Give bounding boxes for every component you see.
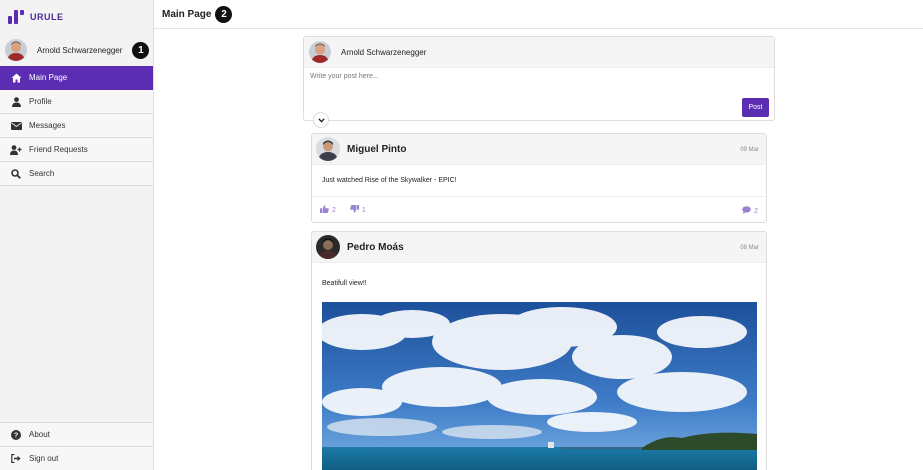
svg-text:?: ?: [14, 430, 19, 439]
avatar: [309, 41, 331, 63]
post-card: Pedro Moás 08 Mar Beatifull view!!: [311, 231, 767, 470]
sidebar: URULE Arnold Schwarzenegger 1 Main Page …: [0, 0, 154, 470]
question-circle-icon: ?: [10, 429, 22, 440]
sidebar-item-friend-requests[interactable]: Friend Requests: [0, 138, 153, 162]
post-date: 08 Mar: [740, 245, 759, 251]
post-input[interactable]: Write your post here...: [310, 73, 379, 80]
dislike-count: 1: [361, 206, 366, 214]
sidebar-item-label: Sign out: [29, 454, 59, 463]
composer-header: Arnold Schwarzenegger: [304, 37, 774, 68]
sidebar-item-label: Messages: [29, 121, 66, 130]
thumbs-down-icon: [350, 205, 359, 215]
sidebar-item-search[interactable]: Search: [0, 162, 153, 186]
expand-composer-button[interactable]: [313, 112, 329, 128]
dislike-button[interactable]: 1: [350, 205, 366, 215]
comment-count: 2: [754, 207, 758, 215]
top-bar: Main Page 2: [154, 0, 923, 29]
avatar: [5, 39, 27, 61]
sidebar-item-label: Profile: [29, 97, 52, 106]
sidebar-item-label: Friend Requests: [29, 145, 88, 154]
urule-logo-icon: [8, 10, 24, 24]
annotation-badge-2: 2: [215, 5, 233, 23]
post-composer: Arnold Schwarzenegger Write your post he…: [303, 36, 775, 128]
user-icon: [10, 96, 22, 107]
sidebar-item-label: Search: [29, 169, 55, 178]
avatar[interactable]: [316, 137, 340, 161]
post-author[interactable]: Miguel Pinto: [347, 144, 406, 155]
post-actions: 2 1 2: [312, 196, 766, 222]
comment-icon: [742, 206, 751, 216]
post-date: 09 Mar: [740, 147, 759, 153]
page-title: Main Page: [162, 8, 212, 20]
sidebar-item-label: About: [29, 430, 50, 439]
post-card: Miguel Pinto 09 Mar Just watched Rise of…: [311, 133, 767, 223]
sidebar-bottom-nav: ? About Sign out: [0, 422, 153, 470]
sidebar-item-about[interactable]: ? About: [0, 422, 153, 446]
post-image[interactable]: [317, 302, 757, 470]
comments-button[interactable]: 2: [742, 206, 758, 216]
search-icon: [10, 168, 22, 179]
thumbs-up-icon: [320, 205, 329, 215]
user-plus-icon: [10, 144, 22, 155]
avatar[interactable]: [316, 235, 340, 259]
post-header: Miguel Pinto 09 Mar: [312, 134, 766, 165]
post-author[interactable]: Pedro Moás: [347, 242, 404, 253]
envelope-icon: [10, 121, 22, 130]
home-icon: [10, 73, 22, 83]
like-count: 2: [332, 206, 336, 214]
brand-name: URULE: [30, 12, 64, 22]
post-text: Just watched Rise of the Skywalker - EPI…: [322, 177, 457, 184]
like-button[interactable]: 2: [320, 205, 336, 215]
sidebar-user-name: Arnold Schwarzenegger: [37, 45, 123, 55]
sidebar-item-messages[interactable]: Messages: [0, 114, 153, 138]
sidebar-item-main-page[interactable]: Main Page: [0, 66, 153, 90]
brand[interactable]: URULE: [0, 0, 153, 34]
chevron-down-icon: [317, 116, 325, 125]
annotation-badge-1: 1: [132, 41, 150, 59]
composer-user-name: Arnold Schwarzenegger: [341, 47, 427, 57]
sidebar-item-sign-out[interactable]: Sign out: [0, 446, 153, 470]
sidebar-user[interactable]: Arnold Schwarzenegger 1: [0, 34, 153, 66]
sign-out-icon: [10, 454, 22, 463]
post-text: Beatifull view!!: [322, 280, 367, 287]
sidebar-item-profile[interactable]: Profile: [0, 90, 153, 114]
sidebar-item-label: Main Page: [29, 73, 68, 82]
post-header: Pedro Moás 08 Mar: [312, 232, 766, 263]
post-button[interactable]: Post: [742, 98, 769, 117]
